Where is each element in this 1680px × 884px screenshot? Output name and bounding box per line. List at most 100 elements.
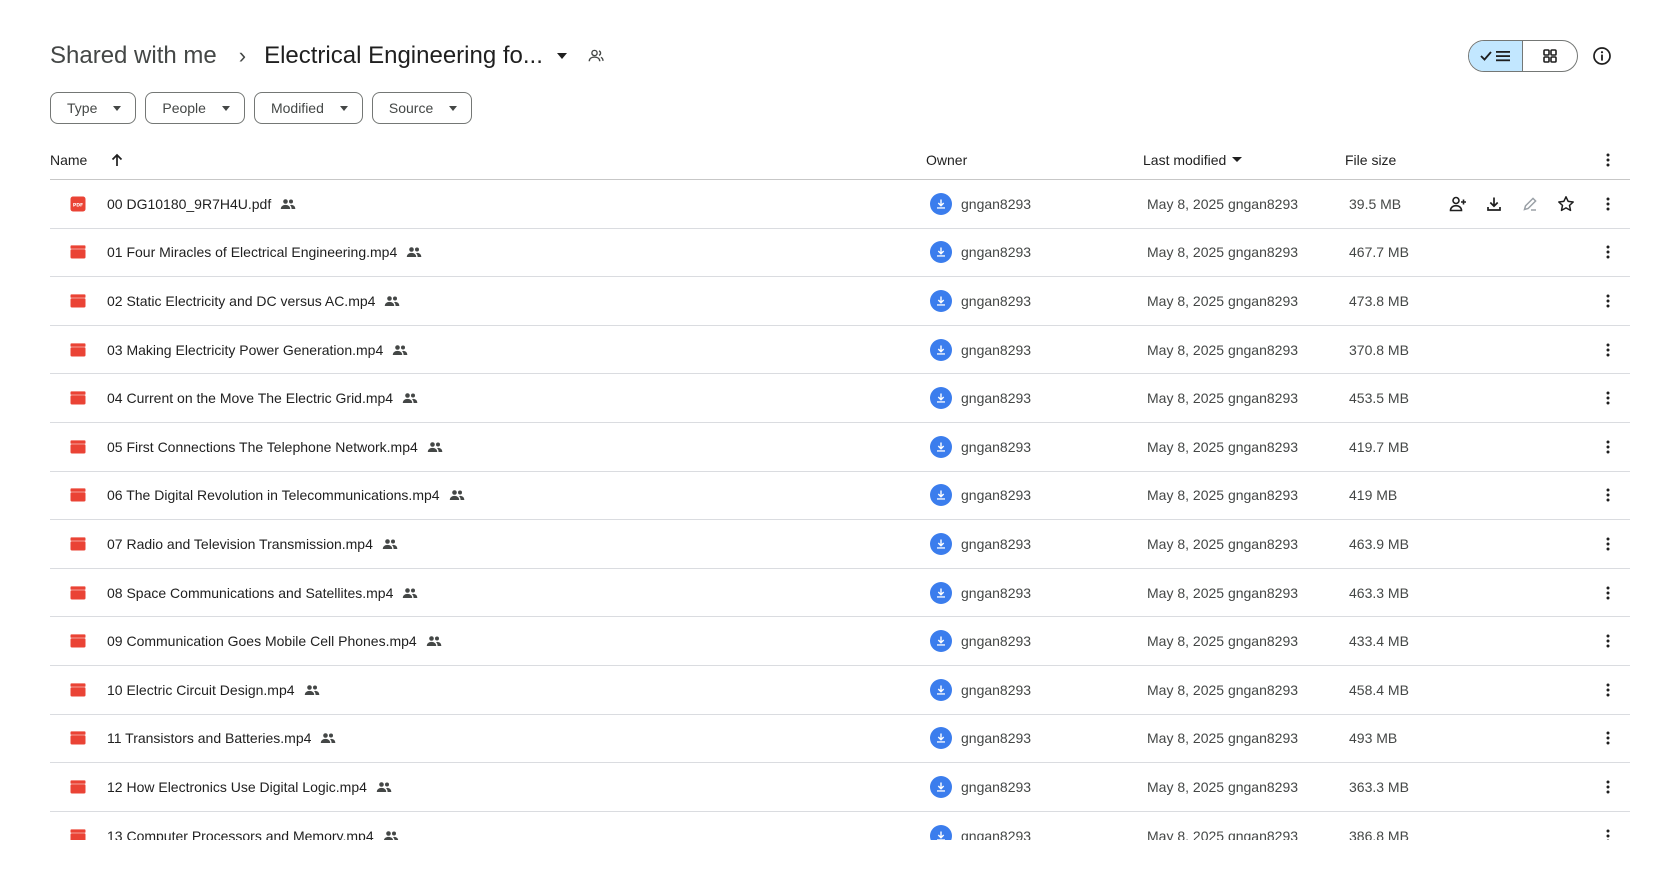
more-actions-icon[interactable] [1598, 826, 1618, 840]
file-size-cell: 419 MB [1349, 487, 1398, 504]
video-icon [70, 731, 86, 745]
breadcrumb: Shared with me › Electrical Engineering … [50, 36, 605, 76]
column-file-size-header[interactable]: File size [1345, 152, 1396, 168]
file-row[interactable]: 08 Space Communications and Satellites.m… [50, 569, 1630, 618]
file-size-cell: 493 MB [1349, 730, 1398, 747]
file-row[interactable]: 05 First Connections The Telephone Netwo… [50, 423, 1630, 472]
owner-cell: gngan8293 [930, 630, 1031, 653]
file-name: 12 How Electronics Use Digital Logic.mp4 [107, 778, 367, 795]
last-modified-cell: May 8, 2025 gngan8293 [1147, 244, 1299, 261]
star-icon[interactable] [1556, 194, 1576, 214]
file-row[interactable]: 03 Making Electricity Power Generation.m… [50, 326, 1630, 375]
more-actions-icon[interactable] [1598, 728, 1618, 748]
file-size-cell: 463.3 MB [1349, 584, 1409, 601]
more-actions-icon[interactable] [1598, 680, 1618, 700]
owner-avatar [930, 338, 952, 361]
filter-source-label: Source [388, 100, 434, 116]
more-actions-icon[interactable] [1598, 388, 1618, 408]
owner-name: gngan8293 [961, 487, 1032, 504]
file-row[interactable]: 12 How Electronics Use Digital Logic.mp4… [50, 763, 1630, 812]
owner-avatar [930, 289, 952, 312]
owner-name: gngan8293 [961, 535, 1032, 552]
download-icon [937, 296, 945, 306]
download-icon [937, 199, 945, 209]
filter-modified-label: Modified [270, 100, 324, 116]
file-row[interactable]: 02 Static Electricity and DC versus AC.m… [50, 277, 1630, 326]
file-size-cell: 419.7 MB [1349, 438, 1409, 455]
grid-view-button[interactable] [1523, 41, 1577, 71]
file-row[interactable]: 07 Radio and Television Transmission.mp4… [50, 520, 1630, 569]
more-actions-icon[interactable] [1598, 194, 1618, 214]
last-modified-cell: May 8, 2025 gngan8293 [1147, 292, 1299, 309]
file-name: 05 First Connections The Telephone Netwo… [107, 438, 418, 455]
breadcrumb-shared-with-me[interactable]: Shared with me [50, 42, 217, 70]
column-options-more-icon[interactable] [1598, 150, 1618, 170]
download-icon [937, 782, 945, 792]
folder-menu-caret-icon[interactable] [556, 53, 567, 59]
file-name-cell: 07 Radio and Television Transmission.mp4 [107, 536, 398, 552]
file-row[interactable]: 13 Computer Processors and Memory.mp4 gn… [50, 812, 1630, 840]
file-row[interactable]: PDF 00 DG10180_9R7H4U.pdf gngan8293 May … [50, 180, 1630, 229]
file-row[interactable]: 04 Current on the Move The Electric Grid… [50, 374, 1630, 423]
list-view-button[interactable] [1469, 41, 1524, 71]
filter-source-chip[interactable]: Source [371, 92, 473, 124]
shared-people-icon [406, 246, 422, 258]
download-icon [937, 539, 945, 549]
column-last-modified-header[interactable]: Last modified [1143, 152, 1243, 168]
more-actions-icon[interactable] [1598, 437, 1618, 457]
file-name: 13 Computer Processors and Memory.mp4 [107, 827, 374, 840]
owner-cell: gngan8293 [930, 581, 1031, 604]
file-name-cell: 02 Static Electricity and DC versus AC.m… [107, 293, 400, 309]
last-modified-cell: May 8, 2025 gngan8293 [1147, 438, 1299, 455]
column-owner-header[interactable]: Owner [926, 152, 967, 168]
sort-ascending-icon[interactable] [109, 152, 125, 168]
shared-people-icon [304, 684, 320, 696]
more-actions-icon[interactable] [1598, 291, 1618, 311]
drive-view: Shared with me › Electrical Engineering … [0, 0, 1680, 840]
owner-name: gngan8293 [961, 244, 1032, 261]
file-name-cell: 05 First Connections The Telephone Netwo… [107, 439, 443, 455]
video-icon [70, 391, 86, 405]
filter-type-chip[interactable]: Type [50, 92, 137, 124]
file-size-cell: 370.8 MB [1349, 341, 1409, 358]
details-info-button[interactable] [1588, 42, 1616, 70]
video-icon [70, 634, 86, 648]
sort-dropdown-icon [1232, 157, 1243, 162]
breadcrumb-current-folder[interactable]: Electrical Engineering fo... [264, 42, 543, 70]
owner-avatar [930, 387, 952, 410]
filter-people-chip[interactable]: People [145, 92, 245, 124]
more-actions-icon[interactable] [1598, 485, 1618, 505]
file-row[interactable]: 11 Transistors and Batteries.mp4 gngan82… [50, 715, 1630, 764]
download-icon [937, 393, 945, 403]
file-name-cell: 06 The Digital Revolution in Telecommuni… [107, 487, 465, 503]
shared-people-icon [383, 830, 399, 840]
last-modified-cell: May 8, 2025 gngan8293 [1147, 195, 1299, 212]
file-row[interactable]: 09 Communication Goes Mobile Cell Phones… [50, 617, 1630, 666]
file-name-cell: 01 Four Miracles of Electrical Engineeri… [107, 244, 422, 260]
column-name-header[interactable]: Name [50, 152, 125, 168]
file-size-cell: 473.8 MB [1349, 292, 1409, 309]
more-actions-icon[interactable] [1598, 583, 1618, 603]
file-row[interactable]: 01 Four Miracles of Electrical Engineeri… [50, 229, 1630, 278]
file-size-cell: 433.4 MB [1349, 633, 1409, 650]
file-row[interactable]: 06 The Digital Revolution in Telecommuni… [50, 472, 1630, 521]
shared-people-icon [392, 344, 408, 356]
share-person-add-icon[interactable] [1448, 194, 1468, 214]
more-actions-icon[interactable] [1598, 631, 1618, 651]
file-row[interactable]: 10 Electric Circuit Design.mp4 gngan8293… [50, 666, 1630, 715]
file-name-cell: 00 DG10180_9R7H4U.pdf [107, 196, 296, 212]
breadcrumb-separator: › [238, 43, 247, 68]
view-toggle [1468, 40, 1578, 72]
filter-modified-chip[interactable]: Modified [253, 92, 363, 124]
more-actions-icon[interactable] [1598, 242, 1618, 262]
download-action-icon[interactable] [1484, 194, 1504, 214]
video-icon [70, 294, 86, 308]
more-actions-icon[interactable] [1598, 534, 1618, 554]
shared-people-icon [376, 781, 392, 793]
last-modified-cell: May 8, 2025 gngan8293 [1147, 778, 1299, 795]
rename-edit-icon[interactable] [1520, 194, 1540, 214]
more-actions-icon[interactable] [1598, 777, 1618, 797]
more-actions-icon[interactable] [1598, 340, 1618, 360]
owner-cell: gngan8293 [930, 289, 1031, 312]
download-icon [937, 442, 945, 452]
